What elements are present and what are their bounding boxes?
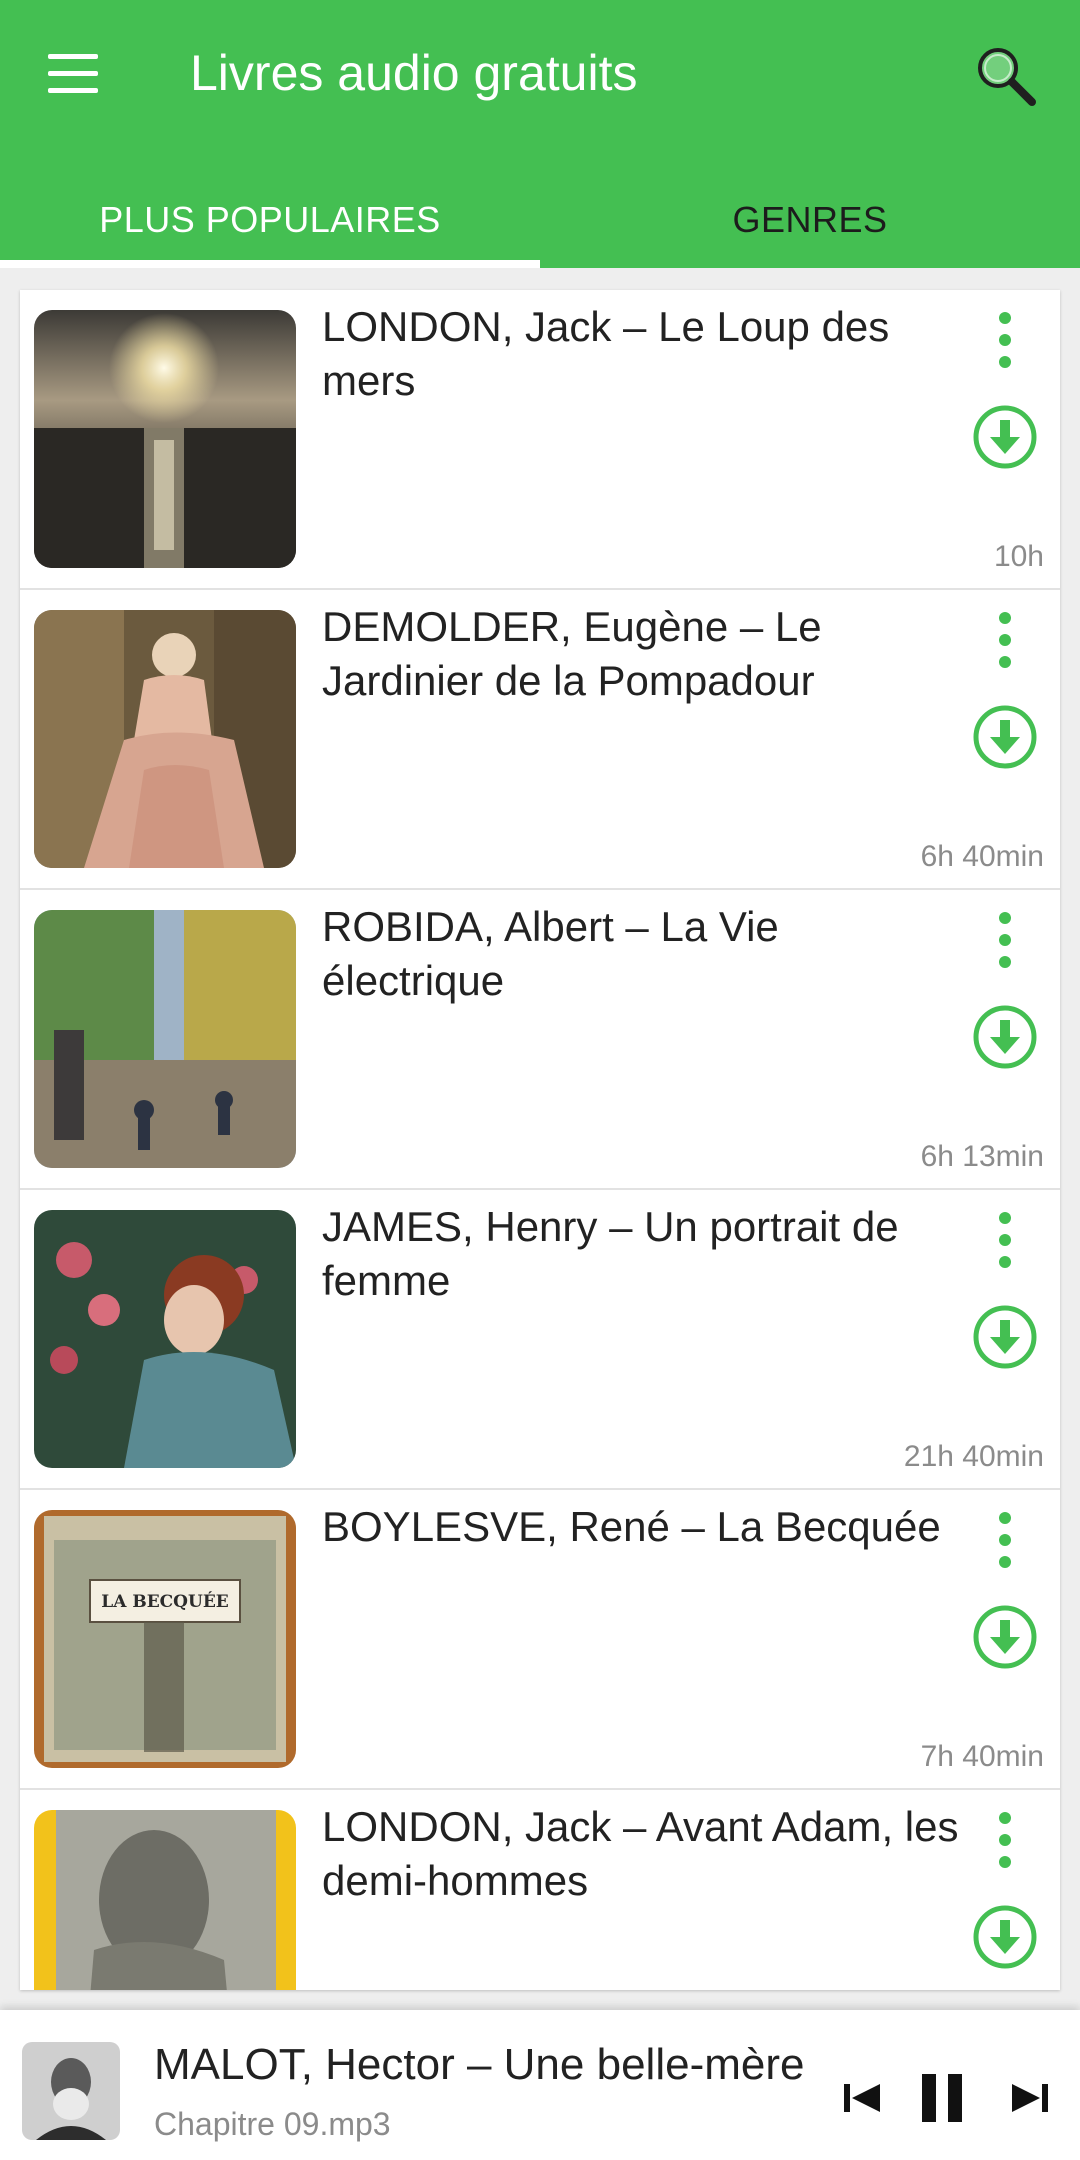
tab-bar: PLUS POPULAIRES GENRES bbox=[0, 172, 1080, 268]
more-options-button[interactable] bbox=[980, 1208, 1030, 1278]
download-button[interactable] bbox=[970, 1602, 1040, 1672]
more-options-button[interactable] bbox=[980, 1508, 1030, 1578]
download-button[interactable] bbox=[970, 1902, 1040, 1972]
download-icon bbox=[973, 1005, 1037, 1069]
player-chapter: Chapitre 09.mp3 bbox=[154, 2106, 391, 2142]
search-icon bbox=[978, 48, 1036, 106]
download-button[interactable] bbox=[970, 1002, 1040, 1072]
hamburger-line bbox=[48, 88, 98, 93]
skip-next-button[interactable] bbox=[1000, 2068, 1060, 2128]
list-item[interactable]: JAMES, Henry – Un portrait de femme 21h … bbox=[20, 1190, 1060, 1490]
more-vert-icon bbox=[999, 312, 1011, 368]
more-vert-icon bbox=[999, 1512, 1011, 1568]
tab-genres[interactable]: GENRES bbox=[540, 172, 1080, 268]
list-item[interactable]: ROBIDA, Albert – La Vie électrique 6h 13… bbox=[20, 890, 1060, 1190]
more-options-button[interactable] bbox=[980, 908, 1030, 978]
download-icon bbox=[973, 405, 1037, 469]
download-button[interactable] bbox=[970, 402, 1040, 472]
book-cover-text: LA BECQUÉE bbox=[101, 1592, 229, 1612]
download-icon bbox=[973, 1605, 1037, 1669]
hamburger-line bbox=[48, 71, 98, 76]
more-options-button[interactable] bbox=[980, 308, 1030, 378]
more-vert-icon bbox=[999, 912, 1011, 968]
book-title: JAMES, Henry – Un portrait de femme bbox=[322, 1203, 899, 1304]
skip-previous-icon bbox=[844, 2084, 880, 2112]
tab-indicator bbox=[0, 260, 540, 268]
book-cover: LA BECQUÉE bbox=[34, 1510, 296, 1768]
book-cover bbox=[34, 310, 296, 568]
duration-label: 10h bbox=[993, 540, 1044, 573]
hamburger-menu-icon bbox=[48, 54, 98, 59]
more-vert-icon bbox=[999, 612, 1011, 668]
duration-label: 6h 40min bbox=[920, 840, 1044, 873]
pause-icon bbox=[922, 2074, 962, 2122]
search-button[interactable] bbox=[970, 40, 1040, 110]
list-item[interactable]: LA BECQUÉE BOYLESVE, René – La Becquée 7… bbox=[20, 1490, 1060, 1790]
download-button[interactable] bbox=[970, 702, 1040, 772]
list-item[interactable]: LONDON, Jack – Avant Adam, les demi-homm… bbox=[20, 1790, 1060, 1990]
menu-button[interactable] bbox=[38, 40, 108, 110]
download-button[interactable] bbox=[970, 1302, 1040, 1372]
more-vert-icon bbox=[999, 1812, 1011, 1868]
skip-next-icon bbox=[1012, 2084, 1048, 2112]
more-options-button[interactable] bbox=[980, 608, 1030, 678]
list-item[interactable]: LONDON, Jack – Le Loup des mers 10h bbox=[20, 290, 1060, 590]
duration-label: 6h 13min bbox=[920, 1140, 1044, 1173]
more-options-button[interactable] bbox=[980, 1808, 1030, 1878]
player-title: MALOT, Hector – Une belle-mère bbox=[154, 2040, 805, 2089]
duration-label: 21h 40min bbox=[903, 1440, 1044, 1473]
book-cover bbox=[34, 1210, 296, 1468]
book-list[interactable]: LONDON, Jack – Le Loup des mers 10h DEMO… bbox=[20, 290, 1060, 1990]
book-title: LONDON, Jack – Le Loup des mers bbox=[322, 303, 890, 404]
book-cover bbox=[34, 1810, 296, 1990]
book-title: BOYLESVE, René – La Becquée bbox=[322, 1503, 941, 1550]
download-icon bbox=[973, 705, 1037, 769]
duration-label: 7h 40min bbox=[920, 1740, 1044, 1773]
book-cover bbox=[34, 910, 296, 1168]
book-cover bbox=[34, 610, 296, 868]
list-item[interactable]: DEMOLDER, Eugène – Le Jardinier de la Po… bbox=[20, 590, 1060, 890]
app-bar: Livres audio gratuits PLUS POPULAIRES GE… bbox=[0, 0, 1080, 268]
pause-button[interactable] bbox=[912, 2068, 972, 2128]
player-cover bbox=[22, 2042, 120, 2140]
download-icon bbox=[973, 1905, 1037, 1969]
app-title: Livres audio gratuits bbox=[190, 45, 638, 101]
tab-plus-populaires[interactable]: PLUS POPULAIRES bbox=[0, 172, 540, 268]
skip-previous-button[interactable] bbox=[832, 2068, 892, 2128]
mini-player[interactable]: MALOT, Hector – Une belle-mère Chapitre … bbox=[0, 2010, 1080, 2160]
book-title: DEMOLDER, Eugène – Le Jardinier de la Po… bbox=[322, 603, 822, 704]
book-title: ROBIDA, Albert – La Vie électrique bbox=[322, 903, 779, 1004]
download-icon bbox=[973, 1305, 1037, 1369]
more-vert-icon bbox=[999, 1212, 1011, 1268]
book-title: LONDON, Jack – Avant Adam, les demi-homm… bbox=[322, 1803, 959, 1904]
